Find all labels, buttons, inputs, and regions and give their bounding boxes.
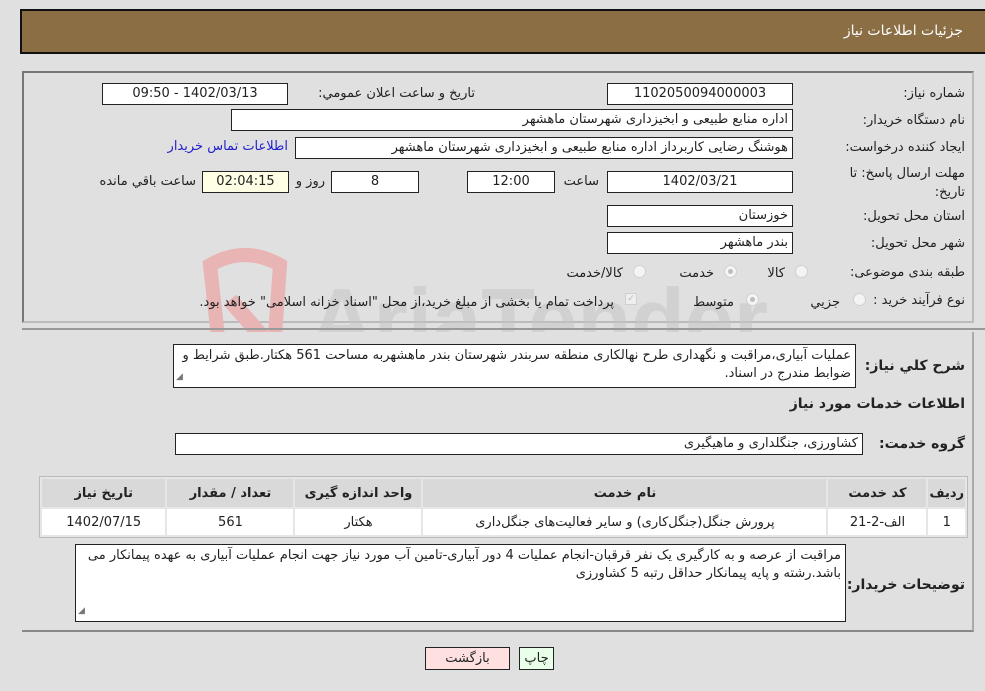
cell-unit: هکتار <box>293 507 424 537</box>
col-service-name: نام خدمت <box>421 477 829 509</box>
category-goods-service-radio[interactable] <box>633 265 646 278</box>
deadline-label: مهلت ارسال پاسخ: تا تاريخ: <box>849 166 965 200</box>
services-table: رديف كد خدمت نام خدمت واحد اندازه گيری ت… <box>39 476 968 538</box>
cell-row-number: 1 <box>926 507 967 537</box>
requester-label: ايجاد كننده درخواست: <box>845 140 965 155</box>
treasury-payment-checkbox[interactable]: ✓ <box>625 293 637 305</box>
city-label: شهر محل تحويل: <box>870 236 965 251</box>
province-field: خوزستان <box>607 205 793 227</box>
description-textarea[interactable]: عملیات آبیاری،مراقبت و نگهداری طرح نهالک… <box>173 344 856 388</box>
city-field: بندر ماهشهر <box>607 232 793 254</box>
services-section-title: اطلاعات خدمات مورد نياز <box>789 396 965 412</box>
need-number-field: 1102050094000003 <box>607 83 793 105</box>
purchase-minor-radio[interactable] <box>853 293 866 306</box>
buyer-org-label: نام دستگاه خريدار: <box>862 113 965 128</box>
time-remaining-label: ساعت باقي مانده <box>99 174 196 189</box>
category-label: طبقه بندی موضوعی: <box>849 265 965 280</box>
cell-service-code: الف-2-21 <box>826 507 929 537</box>
page-header: جزئیات اطلاعات نیاز <box>20 9 985 54</box>
resize-grip-icon[interactable]: ◢ <box>176 368 183 386</box>
category-goods-label: كالا <box>767 266 785 281</box>
table-row: 1 الف-2-21 پرورش جنگل(جنگل‌کاری) و سایر … <box>39 507 967 537</box>
col-quantity: تعداد / مقدار <box>165 477 296 509</box>
announce-datetime-field: 1402/03/13 - 09:50 <box>102 83 288 105</box>
category-goods-radio[interactable] <box>795 265 808 278</box>
deadline-date-field: 1402/03/21 <box>607 171 793 193</box>
category-service-radio[interactable] <box>724 265 737 278</box>
need-number-label: شماره نیاز: <box>903 86 965 101</box>
table-header-row: رديف كد خدمت نام خدمت واحد اندازه گيری ت… <box>39 477 967 509</box>
purchase-medium-label: متوسط <box>693 295 734 310</box>
section-divider <box>22 328 985 330</box>
province-label: استان محل تحويل: <box>863 209 965 224</box>
back-button[interactable]: بازگشت <box>425 647 510 670</box>
buyer-contact-link[interactable]: اطلاعات تماس خريدار <box>168 139 288 154</box>
cell-quantity: 561 <box>165 507 296 537</box>
days-label: روز و <box>295 174 325 189</box>
service-group-field: کشاورزی، جنگلداری و ماهیگیری <box>175 433 863 455</box>
description-text: عملیات آبیاری،مراقبت و نگهداری طرح نهالک… <box>182 348 851 381</box>
buyer-notes-textarea[interactable]: مراقبت از عرصه و به کارگیری یک نفر قرقبا… <box>75 544 846 622</box>
requester-field: هوشنگ رضایی کاربرداز اداره منابع طبیعی و… <box>295 137 793 159</box>
service-group-label: گروه خدمت: <box>879 436 965 452</box>
purchase-minor-label: جزيي <box>810 295 840 310</box>
category-goods-service-label: كالا/خدمت <box>566 266 623 281</box>
col-unit: واحد اندازه گيری <box>293 477 424 509</box>
buyer-org-field: اداره منابع طبیعی و ابخیزداری شهرستان ما… <box>231 109 793 131</box>
announce-datetime-label: تاريخ و ساعت اعلان عمومي: <box>318 86 475 101</box>
category-service-label: خدمت <box>679 266 714 281</box>
resize-grip-icon[interactable]: ◢ <box>78 602 85 620</box>
purchase-type-label: نوع فرآيند خريد : <box>873 293 965 308</box>
deadline-time-label: ساعت <box>563 174 599 189</box>
col-need-date: تاريخ نياز <box>39 477 168 509</box>
page-title: جزئیات اطلاعات نیاز <box>843 23 963 39</box>
description-label: شرح كلي نياز: <box>864 358 965 374</box>
cell-need-date: 1402/07/15 <box>39 507 168 537</box>
print-button[interactable]: چاپ <box>519 647 554 670</box>
treasury-payment-note: پرداخت تمام يا بخشی از مبلغ خريد،از محل … <box>199 295 614 310</box>
time-remaining-field: 02:04:15 <box>202 171 289 193</box>
days-remaining-field: 8 <box>331 171 419 193</box>
buyer-notes-text: مراقبت از عرصه و به کارگیری یک نفر قرقبا… <box>87 548 841 581</box>
col-row-number: رديف <box>926 477 967 509</box>
deadline-time-field: 12:00 <box>467 171 555 193</box>
purchase-medium-radio[interactable] <box>746 293 759 306</box>
cell-service-name: پرورش جنگل(جنگل‌کاری) و سایر فعالیت‌های … <box>421 507 829 537</box>
col-service-code: كد خدمت <box>826 477 929 509</box>
buyer-notes-label: توضيحات خريدار: <box>846 577 965 593</box>
